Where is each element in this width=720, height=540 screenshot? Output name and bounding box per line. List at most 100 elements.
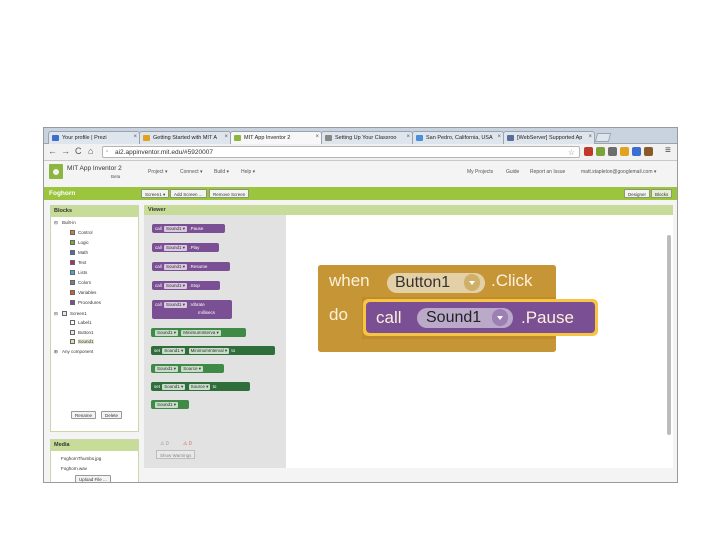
component-dropdown[interactable]: Sound1 ▾ (155, 366, 179, 372)
account-menu[interactable]: matt.stapleton@googlemail.com ▾ (581, 169, 656, 175)
procedures-icon (70, 300, 75, 305)
tree-procedures[interactable]: Procedures (78, 300, 101, 305)
blocks-tree-panel: Blocks ⊟ Built-in Control Logic Math Tex… (50, 205, 139, 432)
reload-icon[interactable]: C (75, 146, 82, 156)
component-dropdown[interactable]: Sound1 ▾ (155, 402, 179, 408)
delete-button[interactable]: Delete (101, 411, 123, 419)
extension-icon[interactable] (596, 147, 605, 156)
tab-prezi[interactable]: Your profile | Prezi × (48, 131, 140, 144)
upload-file-button[interactable]: Upload File ... (75, 475, 111, 482)
close-icon[interactable]: × (588, 134, 592, 140)
tree-label1[interactable]: Label1 (78, 320, 92, 325)
call-sound1-pause-block[interactable]: call Sound1 .Pause (363, 299, 598, 336)
extension-icon[interactable] (584, 147, 593, 156)
tab-app-inventor[interactable]: MIT App Inventor 2 × (230, 131, 322, 144)
set-sound-minimuminterval-block[interactable]: set Sound1 ▾ MinimumInterval ▾ to (151, 346, 275, 355)
extension-icon[interactable] (608, 147, 617, 156)
property-dropdown[interactable]: MinimumInterva ▾ (181, 330, 221, 336)
component-dropdown[interactable]: Sound1 ▾ (162, 384, 186, 390)
workspace-scrollbar[interactable] (667, 235, 671, 435)
call-sound-vibrate-block[interactable]: call Sound1 ▾ .Vibrate millisecs (152, 300, 232, 319)
error-count: 0 (188, 441, 192, 447)
back-icon[interactable]: ← (48, 146, 57, 156)
close-icon[interactable]: × (315, 134, 319, 140)
block-keyword: call (155, 283, 162, 288)
tree-control[interactable]: Control (78, 230, 93, 235)
tree-builtin[interactable]: Built-in (62, 220, 76, 225)
expand-icon[interactable]: ⊞ (54, 349, 58, 355)
link-report-issue[interactable]: Report an Issue (530, 169, 565, 175)
tree-math[interactable]: Math (78, 250, 88, 255)
rename-button[interactable]: Rename (71, 411, 97, 419)
tab-webserver[interactable]: [WebServer] Supported Ap × (503, 131, 595, 144)
tree-lists[interactable]: Lists (78, 270, 87, 275)
component-dropdown[interactable]: Sound1 ▾ (164, 283, 188, 289)
link-my-projects[interactable]: My Projects (467, 169, 493, 175)
forward-icon[interactable]: → (61, 146, 70, 156)
menu-connect[interactable]: Connect ▾ (180, 169, 203, 175)
tree-any-component[interactable]: Any component (62, 349, 93, 354)
collapse-icon[interactable]: ⊟ (54, 220, 58, 226)
close-icon[interactable]: × (224, 134, 228, 140)
sound-minimuminterval-getter[interactable]: Sound1 ▾ MinimumInterva ▾ (151, 328, 246, 337)
address-bar[interactable]: ▫ ai2.appinventor.mit.edu/#5920007 ☆ (102, 146, 580, 158)
component-dropdown[interactable]: Sound1 ▾ (155, 330, 179, 336)
tab-classroom[interactable]: Setting Up Your Classroo × (321, 131, 413, 144)
call-sound-play-block[interactable]: call Sound1 ▾ .Play (152, 243, 219, 252)
menu-project[interactable]: Project ▾ (148, 169, 167, 175)
chevron-down-icon[interactable] (464, 274, 480, 291)
link-guide[interactable]: Guide (506, 169, 519, 175)
menu-build[interactable]: Build ▾ (214, 169, 229, 175)
property-dropdown[interactable]: Source ▾ (188, 384, 211, 390)
button1-dropdown[interactable]: Button1 (387, 273, 485, 293)
extension-icon[interactable] (620, 147, 629, 156)
tree-logic[interactable]: Logic (78, 240, 89, 245)
property-dropdown[interactable]: Source ▾ (181, 366, 204, 372)
close-icon[interactable]: × (133, 134, 137, 140)
tree-variables[interactable]: Variables (78, 290, 96, 295)
property-dropdown[interactable]: MinimumInterval ▾ (188, 348, 230, 354)
component-dropdown[interactable]: Sound1 ▾ (164, 302, 188, 308)
extension-icon[interactable] (644, 147, 653, 156)
media-item[interactable]: FoghornThumbs.jpg (61, 456, 101, 461)
set-sound-source-block[interactable]: set Sound1 ▾ Source ▾ to (151, 382, 250, 391)
bookmark-star-icon[interactable]: ☆ (568, 148, 575, 157)
sound1-dropdown[interactable]: Sound1 (417, 308, 513, 328)
close-icon[interactable]: × (497, 134, 501, 140)
sound-source-getter[interactable]: Sound1 ▾ Source ▾ (151, 364, 224, 373)
tree-colors[interactable]: Colors (78, 280, 91, 285)
screen-select[interactable]: Screen1 ▾ (141, 189, 170, 198)
menu-help[interactable]: Help ▾ (241, 169, 255, 175)
call-sound-stop-block[interactable]: call Sound1 ▾ .Stop (152, 281, 220, 290)
tree-text[interactable]: Text (78, 260, 86, 265)
new-tab-button[interactable] (594, 133, 612, 142)
close-icon[interactable]: × (406, 134, 410, 140)
home-icon[interactable]: ⌂ (88, 146, 93, 156)
collapse-icon[interactable]: ⊟ (54, 311, 58, 317)
sound-component-block[interactable]: Sound1 ▾ (151, 400, 189, 409)
add-screen-button[interactable]: Add Screen ... (170, 189, 207, 198)
app-inventor-logo-icon[interactable] (49, 164, 63, 179)
tab-san-pedro[interactable]: San Pedro, California, USA × (412, 131, 504, 144)
call-sound-pause-block[interactable]: call Sound1 ▾ .Pause (152, 224, 225, 233)
remove-screen-button[interactable]: Remove Screen (209, 189, 250, 198)
page-favicon-icon (325, 135, 332, 141)
tree-sound1[interactable]: Sound1 (78, 339, 94, 344)
tree-button1[interactable]: Button1 (78, 330, 94, 335)
button1-click-event-block[interactable]: when Button1 .Click do call Sound1 .Paus… (318, 265, 598, 352)
component-dropdown[interactable]: Sound1 ▾ (164, 245, 188, 251)
chevron-down-icon[interactable] (492, 309, 508, 326)
show-warnings-button[interactable]: Show Warnings (156, 450, 196, 459)
blocks-button[interactable]: Blocks (651, 189, 673, 198)
browser-menu-icon[interactable]: ≡ (665, 145, 671, 156)
tree-screen1[interactable]: Screen1 (70, 311, 87, 316)
call-sound-resume-block[interactable]: call Sound1 ▾ .Resume (152, 262, 230, 271)
component-dropdown[interactable]: Sound1 ▾ (164, 264, 188, 270)
designer-button[interactable]: Designer (624, 189, 651, 198)
component-dropdown[interactable]: Sound1 ▾ (164, 226, 188, 232)
media-item[interactable]: Foghorn.wav (61, 466, 87, 471)
block-keyword: call (155, 264, 162, 269)
extension-icon[interactable] (632, 147, 641, 156)
component-dropdown[interactable]: Sound1 ▾ (162, 348, 186, 354)
tab-getting-started[interactable]: Getting Started with MIT A × (139, 131, 231, 144)
